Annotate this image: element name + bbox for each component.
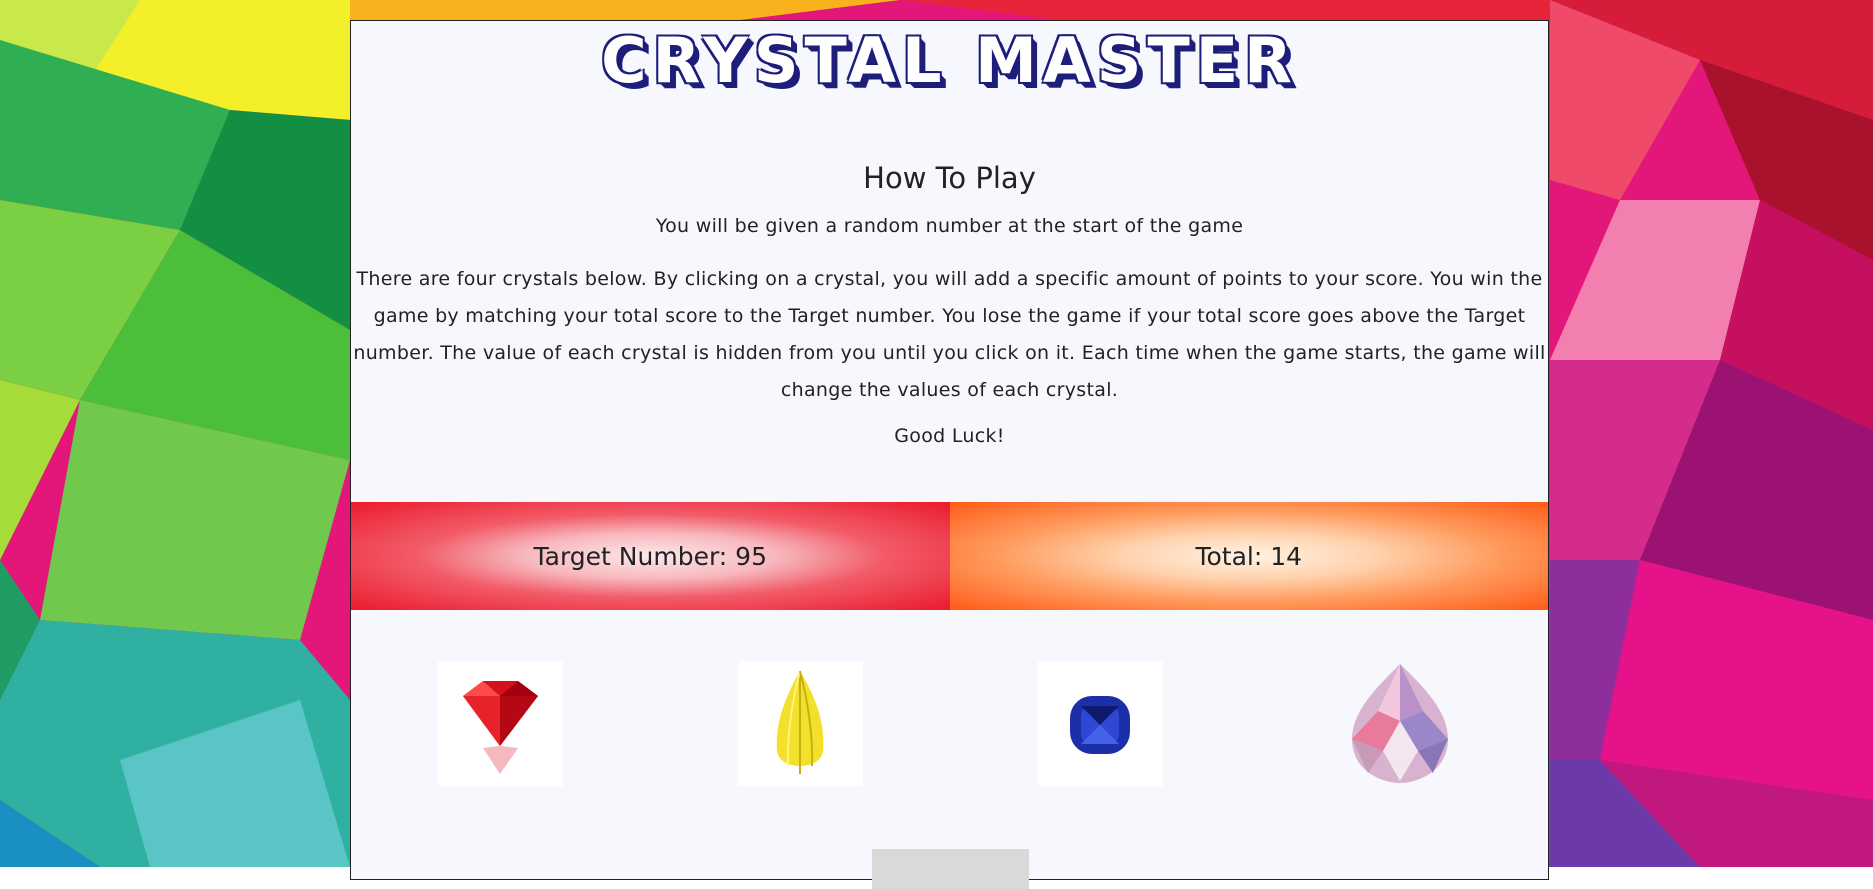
game-container: CRYSTAL MASTER How To Play You will be g…: [350, 20, 1549, 889]
game-title: CRYSTAL MASTER: [601, 24, 1298, 97]
target-number-label: Target Number: 95: [533, 541, 767, 571]
bottom-bar: [351, 849, 1548, 889]
red-crystal-button[interactable]: [438, 661, 563, 786]
good-luck-text: Good Luck!: [894, 425, 1005, 447]
yellow-crystal-icon: [776, 670, 824, 774]
instruction-line-1: You will be given a random number at the…: [655, 215, 1244, 237]
red-crystal-icon: [463, 681, 538, 774]
blue-crystal-button[interactable]: [1038, 661, 1163, 786]
blue-crystal-icon: [1070, 696, 1130, 754]
pink-crystal-button[interactable]: [1338, 661, 1463, 786]
score-bar: Target Number: 95 Total: 14: [351, 502, 1548, 610]
total-score-panel: Total: 14: [949, 502, 1548, 610]
instruction-paragraph: There are four crystals below. By clicki…: [353, 268, 1546, 401]
yellow-crystal-button[interactable]: [738, 661, 863, 786]
crystal-row: [351, 661, 1548, 791]
total-score-label: Total: 14: [1195, 541, 1303, 571]
how-to-play-heading: How To Play: [863, 161, 1036, 195]
target-number-panel: Target Number: 95: [351, 502, 950, 610]
start-button[interactable]: [872, 849, 1029, 889]
pink-crystal-icon: [1352, 664, 1448, 783]
